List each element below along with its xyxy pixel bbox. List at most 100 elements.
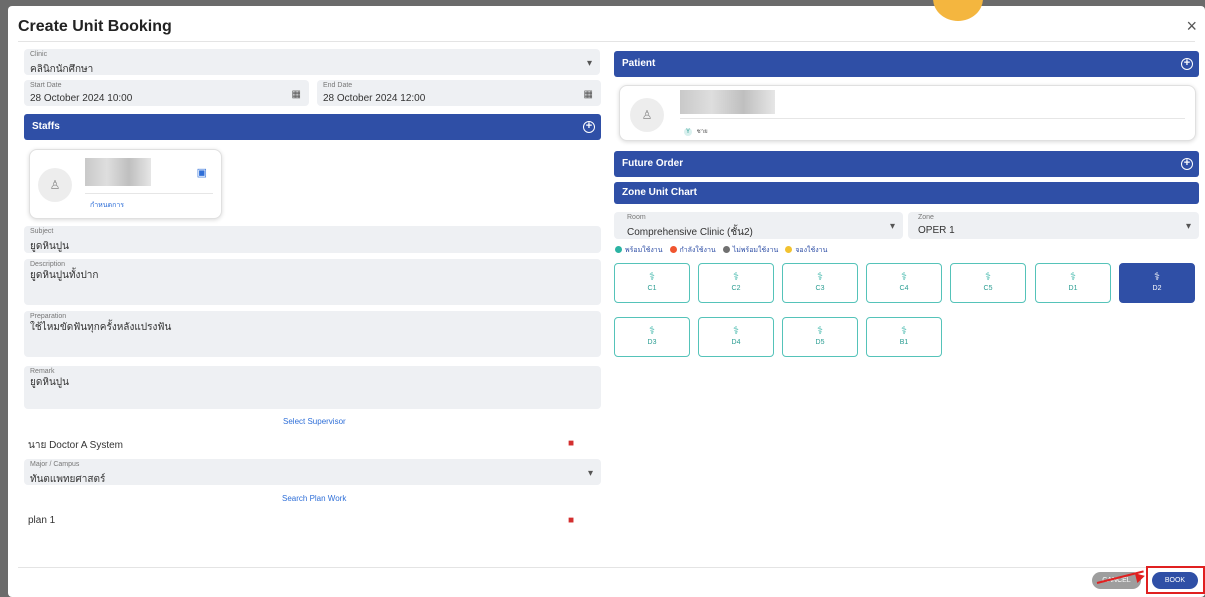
start-date-value: 28 October 2024 10:00 [30, 93, 133, 104]
annotation-arrowhead [1134, 571, 1147, 583]
chevron-down-icon: ▾ [1185, 221, 1191, 232]
dental-chair-icon: ⚕ [817, 325, 823, 337]
start-date-label: Start Date [30, 82, 62, 89]
dental-chair-icon: ⚕ [901, 271, 907, 283]
unit-tile-b1[interactable]: ⚕ B1 [866, 317, 942, 357]
subject-value: ยูดหินปูน [30, 241, 69, 252]
unit-tile-d5[interactable]: ⚕ D5 [782, 317, 858, 357]
calendar-icon[interactable]: ▦ [584, 89, 593, 100]
unit-tile-d3[interactable]: ⚕ D3 [614, 317, 690, 357]
preparation-label: Preparation [30, 313, 67, 320]
clinic-label: Clinic [30, 51, 48, 58]
footer-divider [18, 567, 1195, 568]
staff-card: ♙ ▣ กำหนดการ [29, 149, 222, 219]
chevron-down-icon: ▾ [889, 221, 895, 232]
delete-plan-icon[interactable]: ■ [568, 515, 574, 526]
room-select[interactable]: Room Comprehensive Clinic (ชั้น2) ▾ [614, 212, 903, 239]
decorative-circle [933, 0, 983, 21]
remark-value: ยูดหินปูน [30, 377, 69, 388]
patient-title: Patient [622, 58, 656, 69]
header-divider [18, 41, 1195, 42]
dental-chair-icon: ⚕ [985, 271, 991, 283]
book-highlight-box [1146, 566, 1205, 594]
major-campus-select[interactable]: Major / Campus ทันตแพทยศาสตร์ ▾ [24, 459, 601, 485]
unit-status-legend: พร้อมใช้งาน กำลังใช้งาน ไม่พร้อมใช้งาน จ… [615, 245, 827, 256]
staffs-title: Staffs [32, 121, 60, 132]
unit-tile-d2[interactable]: ⚕ D2 [1119, 263, 1195, 303]
end-date-field[interactable]: End Date 28 October 2024 12:00 ▦ [317, 80, 601, 106]
major-label: Major / Campus [30, 461, 80, 468]
person-icon: ♙ [38, 168, 72, 202]
create-unit-booking-dialog: Create Unit Booking × Clinic คลินิกนักศึ… [8, 0, 1205, 597]
chevron-down-icon: ▾ [587, 468, 593, 479]
start-date-field[interactable]: Start Date 28 October 2024 10:00 ▦ [24, 80, 309, 106]
major-value: ทันตแพทยศาสตร์ [30, 474, 106, 485]
plan-name: plan 1 [28, 515, 56, 526]
legend-item-in-use: กำลังใช้งาน [669, 245, 716, 256]
dental-chair-icon: ⚕ [817, 271, 823, 283]
subject-field[interactable]: Subject ยูดหินปูน [24, 226, 601, 253]
dental-chair-icon: ⚕ [733, 325, 739, 337]
room-value: Comprehensive Clinic (ชั้น2) [627, 227, 753, 238]
gender-value: ชาย [696, 129, 708, 135]
unit-tile-c1[interactable]: ⚕ C1 [614, 263, 690, 303]
close-icon[interactable]: × [1186, 16, 1197, 37]
gender-icon: Y [684, 128, 692, 136]
legend-item-unavailable: ไม่พร้อมใช้งาน [722, 245, 778, 256]
staffs-header: Staffs + [24, 114, 601, 140]
patient-header: Patient + [614, 51, 1199, 77]
preparation-value: ใช้ไหมขัดฟันทุกครั้งหลังแปรงฟัน [30, 322, 172, 333]
unit-tile-d1[interactable]: ⚕ D1 [1035, 263, 1111, 303]
supervisor-name: นาย Doctor A System [28, 440, 124, 451]
description-label: Description [30, 261, 66, 268]
patient-card: ♙ Y ชาย [619, 85, 1196, 141]
future-order-title: Future Order [622, 158, 684, 169]
dental-chair-icon: ⚕ [901, 325, 907, 337]
unit-tile-d4[interactable]: ⚕ D4 [698, 317, 774, 357]
add-staff-icon[interactable]: + [583, 121, 595, 133]
gender-row: Y ชาย [684, 126, 708, 136]
dental-chair-icon: ⚕ [1154, 271, 1160, 283]
unit-tile-c4[interactable]: ⚕ C4 [866, 263, 942, 303]
preparation-field[interactable]: Preparation ใช้ไหมขัดฟันทุกครั้งหลังแปรง… [24, 311, 601, 357]
zone-unit-chart-title: Zone Unit Chart [622, 187, 697, 198]
staff-schedule-link[interactable]: กำหนดการ [90, 200, 124, 211]
description-field[interactable]: Description ยูดหินปูนทั้งปาก [24, 259, 601, 305]
person-icon: ♙ [630, 98, 664, 132]
end-date-label: End Date [323, 82, 353, 89]
zone-unit-chart-header: Zone Unit Chart [614, 182, 1199, 204]
add-future-order-icon[interactable]: + [1181, 158, 1193, 170]
dental-chair-icon: ⚕ [649, 271, 655, 283]
zone-label: Zone [918, 214, 934, 221]
zone-value: OPER 1 [918, 225, 955, 236]
subject-label: Subject [30, 228, 54, 235]
patient-name-redacted [680, 90, 775, 114]
dental-chair-icon: ⚕ [733, 271, 739, 283]
dental-chair-icon: ⚕ [649, 325, 655, 337]
unit-tile-c2[interactable]: ⚕ C2 [698, 263, 774, 303]
legend-item-reserved: จองใช้งาน [785, 245, 827, 256]
unit-tile-c5[interactable]: ⚕ C5 [950, 263, 1026, 303]
calendar-icon[interactable]: ▦ [292, 89, 301, 100]
end-date-value: 28 October 2024 12:00 [323, 93, 426, 104]
room-label: Room [627, 214, 646, 221]
search-plan-work-link[interactable]: Search Plan Work [282, 494, 346, 503]
clinic-value: คลินิกนักศึกษา [30, 64, 94, 75]
card-divider [680, 118, 1185, 119]
dental-chair-icon: ⚕ [1070, 271, 1076, 283]
select-supervisor-link[interactable]: Select Supervisor [283, 417, 346, 426]
clipboard-icon[interactable]: ▣ [197, 166, 207, 179]
future-order-header: Future Order + [614, 151, 1199, 177]
remark-field[interactable]: Remark ยูดหินปูน [24, 366, 601, 409]
remark-label: Remark [30, 368, 55, 375]
delete-supervisor-icon[interactable]: ■ [568, 438, 574, 449]
chevron-down-icon: ▾ [586, 58, 592, 69]
dialog-title: Create Unit Booking [18, 18, 172, 35]
zone-select[interactable]: Zone OPER 1 ▾ [908, 212, 1199, 239]
legend-item-available: พร้อมใช้งาน [615, 245, 663, 256]
clinic-select[interactable]: Clinic คลินิกนักศึกษา ▾ [24, 49, 600, 75]
description-value: ยูดหินปูนทั้งปาก [30, 270, 99, 281]
add-patient-icon[interactable]: + [1181, 58, 1193, 70]
unit-tile-c3[interactable]: ⚕ C3 [782, 263, 858, 303]
staff-name-redacted [85, 158, 151, 186]
